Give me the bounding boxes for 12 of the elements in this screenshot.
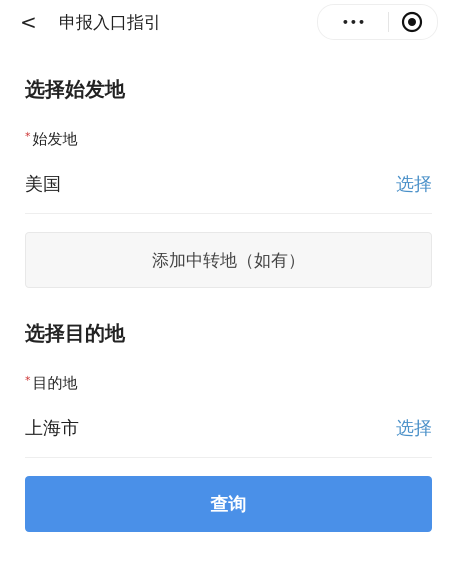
required-mark: * <box>25 374 30 387</box>
more-button[interactable]: ••• <box>328 16 380 28</box>
section-heading: 选择始发地 <box>25 76 126 103</box>
field-label: 目的地 <box>32 374 78 393</box>
field-value: 上海市 <box>25 417 79 440</box>
required-mark: * <box>25 130 30 143</box>
back-button[interactable]: < <box>20 10 37 34</box>
field-value: 美国 <box>25 173 61 196</box>
page-title: 申报入口指引 <box>58 12 162 34</box>
add-transit-button[interactable]: 添加中转地（如有） <box>25 232 432 288</box>
section-heading: 选择目的地 <box>25 320 126 347</box>
field-label: 始发地 <box>32 130 78 149</box>
